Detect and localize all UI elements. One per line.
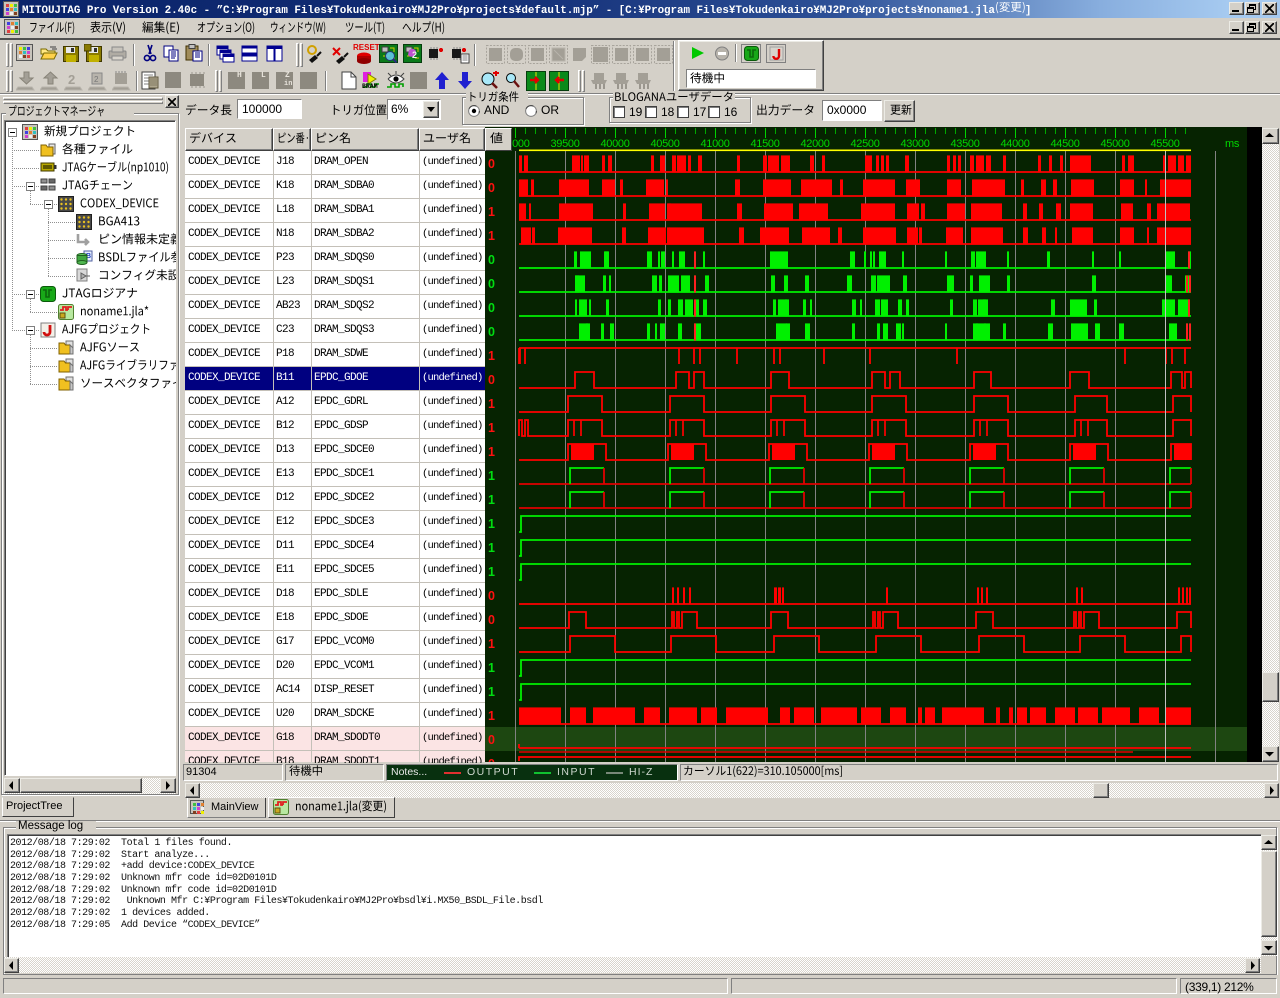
svg-text:1: 1 — [488, 349, 495, 363]
svg-text:1: 1 — [488, 397, 495, 411]
svg-text:41000: 41000 — [700, 138, 729, 150]
svg-text:0: 0 — [488, 181, 495, 195]
svg-text:0: 0 — [488, 613, 495, 627]
svg-text:1: 1 — [488, 229, 495, 243]
svg-text:ms: ms — [1225, 138, 1240, 150]
svg-text:43000: 43000 — [900, 138, 929, 150]
svg-text:1: 1 — [488, 445, 495, 459]
svg-text:0: 0 — [488, 589, 495, 603]
svg-text:44500: 44500 — [1050, 138, 1079, 150]
svg-text:0: 0 — [488, 373, 495, 387]
svg-text:1: 1 — [488, 517, 495, 531]
svg-text:1: 1 — [488, 493, 495, 507]
svg-text:2: 2 — [412, 50, 417, 60]
svg-text:1: 1 — [488, 637, 495, 651]
svg-text:40000: 40000 — [600, 138, 629, 150]
svg-text:1: 1 — [488, 709, 495, 723]
svg-text:1: 1 — [488, 421, 495, 435]
svg-text:44000: 44000 — [1000, 138, 1029, 150]
svg-text:0: 0 — [488, 325, 495, 339]
svg-text:42500: 42500 — [850, 138, 879, 150]
svg-text:1: 1 — [488, 205, 495, 219]
svg-text:0: 0 — [488, 757, 495, 762]
svg-text:45500: 45500 — [1150, 138, 1179, 150]
svg-text:40500: 40500 — [650, 138, 679, 150]
svg-text:1: 1 — [488, 541, 495, 555]
svg-text:42000: 42000 — [800, 138, 829, 150]
svg-text:45000: 45000 — [1100, 138, 1129, 150]
svg-text:1: 1 — [488, 469, 495, 483]
svg-text:0: 0 — [488, 253, 495, 267]
svg-text:1: 1 — [488, 565, 495, 579]
svg-text:0: 0 — [488, 301, 495, 315]
svg-text:39500: 39500 — [550, 138, 579, 150]
svg-text:41500: 41500 — [750, 138, 779, 150]
svg-text:1: 1 — [488, 661, 495, 675]
svg-text:0: 0 — [488, 157, 495, 171]
svg-text:1: 1 — [488, 685, 495, 699]
svg-text:0: 0 — [488, 277, 495, 291]
svg-text:0: 0 — [488, 733, 495, 747]
svg-text:43500: 43500 — [950, 138, 979, 150]
